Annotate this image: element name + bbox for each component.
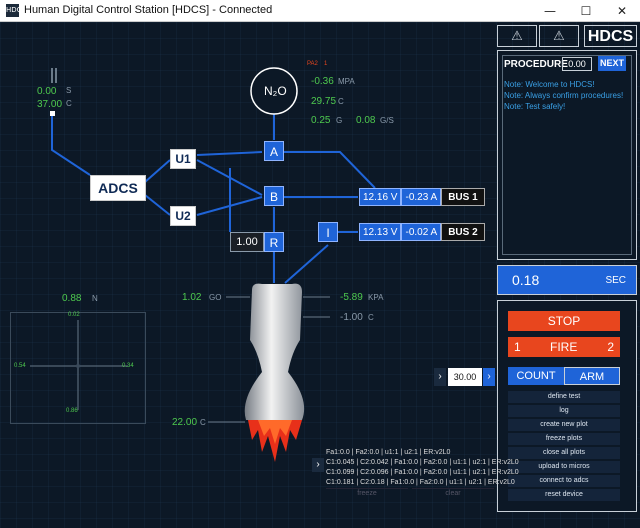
mass-unit: GO — [209, 293, 222, 302]
note-line: Note: Always confirm procedures! — [504, 91, 624, 100]
valve-i[interactable]: I — [318, 222, 338, 242]
flow-b-unit: G/S — [380, 116, 394, 125]
count-input[interactable]: 30.00 — [448, 368, 482, 386]
sensor-s-value: 0.00 — [37, 86, 57, 97]
joy-top-unit: N — [92, 294, 98, 303]
connector — [50, 111, 55, 116]
engine-flame — [252, 425, 300, 460]
menu-close-all-plots[interactable]: close all plots — [508, 447, 620, 459]
timer-value: 0.18 — [512, 272, 540, 288]
bus-2-current: -0.02 A — [401, 223, 442, 241]
sensor-s-unit: S — [66, 86, 72, 95]
log-row: C1:0.099 | C2:0.096 | Fa1:0.0 | Fa2:0.0 … — [326, 469, 519, 476]
bus-2-voltage: 12.13 V — [359, 223, 402, 241]
note-line: Note: Welcome to HDCS! — [504, 80, 595, 89]
chamber-pressure-unit: KPA — [368, 293, 384, 302]
mass-value: 1.02 — [182, 292, 202, 303]
menu-log[interactable]: log — [508, 405, 620, 417]
log-table: Fa1:0.0 | Fa2:0.0 | u1:1 | u2:1 | ER:v2L… — [326, 448, 519, 488]
warning-icon[interactable]: ⚠ — [539, 25, 579, 47]
procedure-title: PROCEDURE — [504, 59, 568, 70]
joy-s-value: 0.86 — [66, 408, 78, 414]
top-right-header: ⚠ ⚠ HDCS — [497, 25, 637, 47]
n2o-pressure-unit: MPA — [338, 77, 355, 86]
n2o-temp-value: 29.75 — [311, 96, 337, 107]
joy-w-value: 0.54 — [14, 363, 26, 369]
chevron-right-icon[interactable]: › — [434, 368, 446, 386]
sensor-temp-value: 37.00 — [37, 99, 63, 110]
chamber-temp-unit: C — [368, 313, 374, 322]
valve-a[interactable]: A — [264, 141, 284, 161]
valve-b[interactable]: B — [264, 186, 284, 206]
engine-nozzle — [262, 300, 292, 410]
r-value-display: 1.00 — [230, 232, 264, 252]
flow-a-unit: G — [336, 116, 343, 125]
procedure-notes: Note: Welcome to HDCS! Note: Always conf… — [504, 79, 623, 112]
pad-label: PA2 — [307, 61, 318, 67]
chamber-temp-value: -1.00 — [340, 312, 363, 323]
adcs-node[interactable]: ADCS — [90, 175, 146, 201]
n2o-pressure-value: -0.36 — [311, 76, 334, 87]
bus-1-label: BUS 1 — [441, 188, 485, 206]
fire-right-label: 2 — [607, 340, 614, 354]
menu-create-new-plot[interactable]: create new plot — [508, 419, 620, 431]
menu-freeze-plots[interactable]: freeze plots — [508, 433, 620, 445]
bus-2-group: 12.13 V -0.02 A BUS 2 — [359, 223, 485, 241]
flow-a-value: 0.25 — [311, 115, 331, 126]
bus-1-group: 12.16 V -0.23 A BUS 1 — [359, 188, 485, 206]
fire-label: FIRE — [550, 340, 578, 354]
menu-reset-device[interactable]: reset device — [508, 489, 620, 501]
joy-n-value: 0.02 — [68, 312, 80, 318]
log-row: C1:0.045 | C2:0.042 | Fa1:0.0 | Fa2:0.0 … — [326, 459, 519, 466]
fire-button[interactable]: 1 FIRE 2 — [508, 337, 620, 357]
timer-unit: SEC — [605, 275, 626, 286]
freeze-log-button[interactable]: freeze — [326, 488, 408, 498]
warning-icon[interactable]: ⚠ — [497, 25, 537, 47]
log-row: Fa1:0.0 | Fa2:0.0 | u1:1 | u2:1 | ER:v2L… — [326, 449, 451, 456]
clear-log-button[interactable]: clear — [412, 488, 494, 498]
n2o-tank-label: N₂O — [264, 84, 287, 98]
arm-button[interactable]: ARM — [564, 367, 620, 385]
bus-1-current: -0.23 A — [401, 188, 442, 206]
menu-connect-to-adcs[interactable]: connect to adcs — [508, 475, 620, 487]
timer-display: 0.18 SEC — [497, 265, 637, 295]
next-button[interactable]: NEXT — [598, 56, 626, 71]
joy-e-value: 0.34 — [122, 363, 134, 369]
note-line: Note: Test safely! — [504, 102, 566, 111]
u1-node[interactable]: U1 — [170, 149, 196, 169]
bus-1-voltage: 12.16 V — [359, 188, 402, 206]
flow-b-value: 0.08 — [356, 115, 376, 126]
valve-r[interactable]: R — [264, 232, 284, 252]
chevron-right-icon[interactable]: › — [483, 368, 495, 386]
pad-value: 1 — [324, 61, 328, 67]
menu-define-test[interactable]: define test — [508, 391, 620, 403]
log-expand-icon[interactable]: › — [312, 458, 324, 472]
chamber-pressure-value: -5.89 — [340, 292, 363, 303]
count-button[interactable]: COUNT — [508, 367, 564, 385]
stop-button[interactable]: STOP — [508, 311, 620, 331]
procedure-panel: PROCEDURE 0.00 NEXT Note: Welcome to HDC… — [497, 50, 637, 260]
sensor-temp-unit: C — [66, 99, 72, 108]
joy-top-value: 0.88 — [62, 293, 82, 304]
hdcs-logo: HDCS — [584, 25, 637, 47]
procedure-value[interactable]: 0.00 — [562, 57, 592, 71]
menu-upload-to-micros[interactable]: upload to micros — [508, 461, 620, 473]
fire-left-label: 1 — [514, 340, 521, 354]
log-row: C1:0.181 | C2:0.18 | Fa1:0.0 | Fa2:0.0 |… — [326, 479, 515, 486]
u2-node[interactable]: U2 — [170, 206, 196, 226]
nozzle-temp-value: 22.00 — [172, 417, 198, 428]
bus-2-label: BUS 2 — [441, 223, 485, 241]
n2o-temp-unit: C — [338, 97, 344, 106]
nozzle-temp-unit: C — [200, 418, 206, 427]
